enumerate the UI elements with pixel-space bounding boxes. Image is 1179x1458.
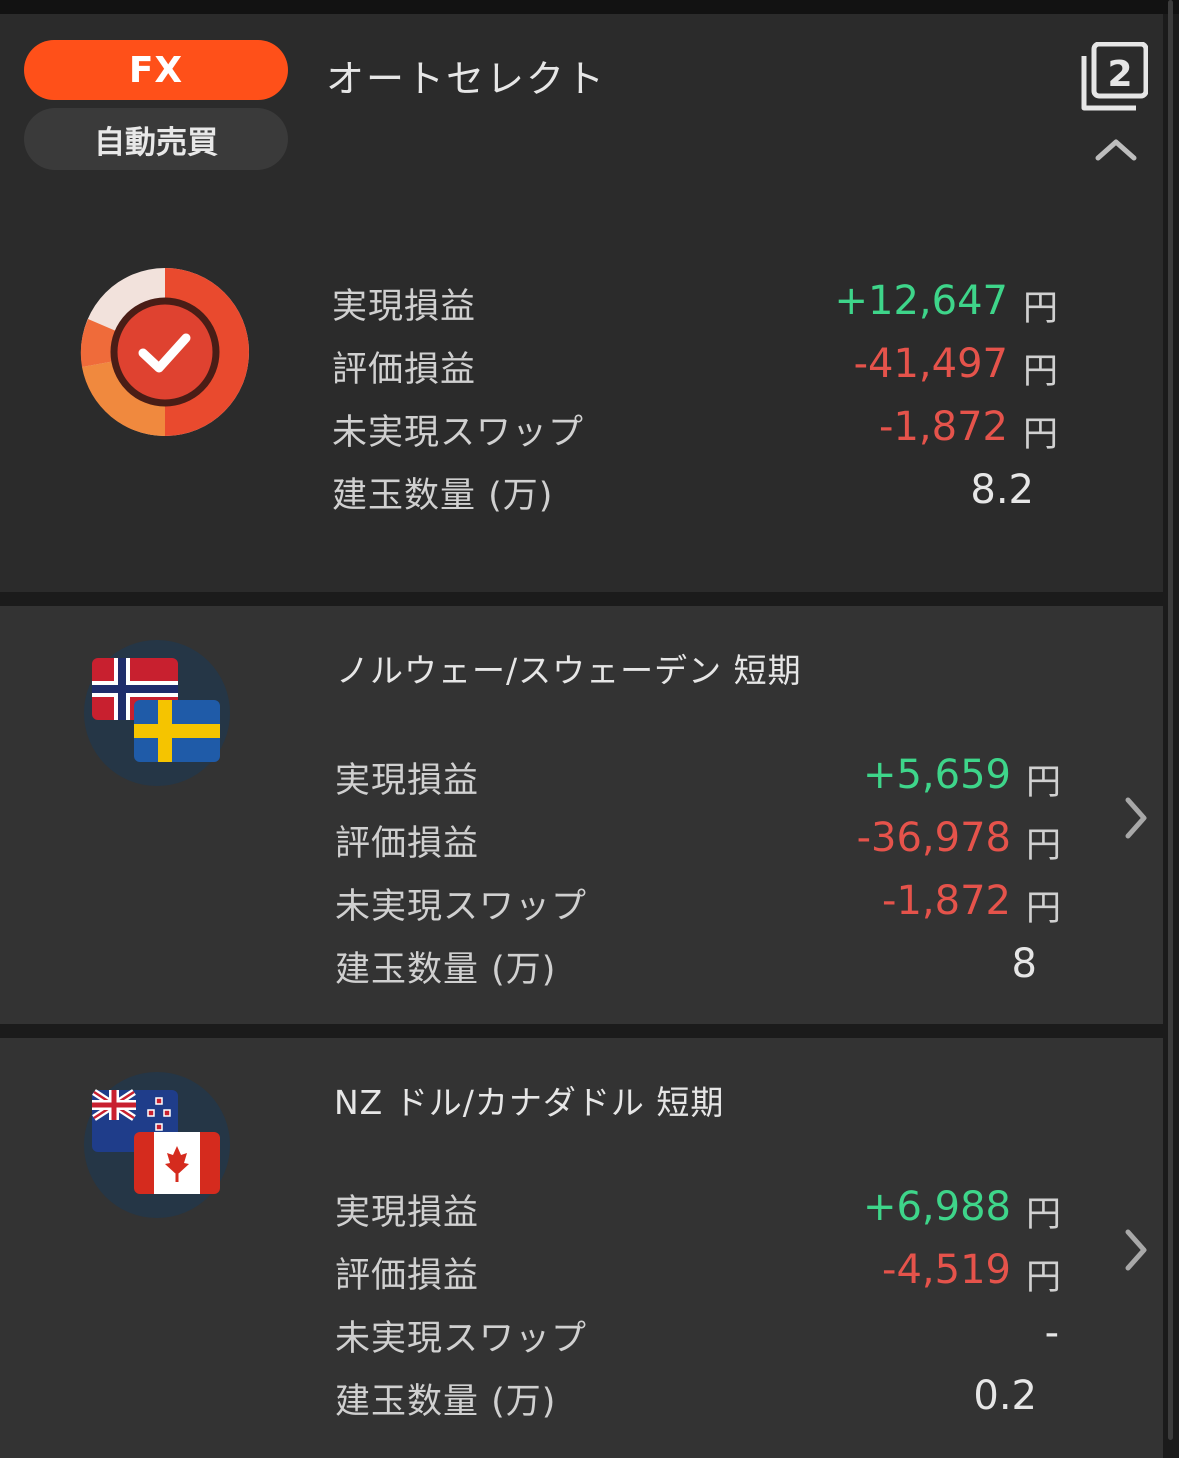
row-label: 評価損益 xyxy=(335,1256,480,1296)
pair-row-unrealized: 評価損益 -36,978 円 xyxy=(335,815,1065,875)
fx-badge: FX xyxy=(24,40,288,100)
row-unit: 円 xyxy=(1022,289,1058,329)
pair-title: NZ ドル/カナダドル 短期 xyxy=(334,1083,725,1122)
scrollbar[interactable] xyxy=(1168,0,1173,1440)
row-unit: 円 xyxy=(1025,1195,1061,1235)
pair-card-nzd-cad[interactable]: NZ ドル/カナダドル 短期 実現損益 +6,988 円 評価損益 -4,519… xyxy=(0,1038,1163,1458)
row-value: -36,978 xyxy=(856,815,1011,861)
row-value: - xyxy=(1044,1310,1059,1356)
summary-row-swap: 未実現スワップ -1,872 円 xyxy=(332,404,1062,464)
row-label: 未実現スワップ xyxy=(335,1319,588,1359)
row-label: 未実現スワップ xyxy=(332,413,585,453)
row-unit: 円 xyxy=(1025,826,1061,866)
pair-row-position: 建玉数量 (万) 8 xyxy=(335,941,1065,1001)
row-label: 実現損益 xyxy=(335,1193,480,1233)
pair-row-swap: 未実現スワップ - xyxy=(335,1310,1065,1370)
row-unit: 円 xyxy=(1025,1258,1061,1298)
pair-title: ノルウェー/スウェーデン 短期 xyxy=(336,651,802,690)
pair-row-unrealized: 評価損益 -4,519 円 xyxy=(335,1247,1065,1307)
row-value: -1,872 xyxy=(882,878,1011,924)
row-value: 8 xyxy=(1011,941,1037,987)
row-label: 実現損益 xyxy=(335,761,480,801)
row-value: -1,872 xyxy=(879,404,1008,450)
pair-row-swap: 未実現スワップ -1,872 円 xyxy=(335,878,1065,938)
row-label: 評価損益 xyxy=(335,824,480,864)
page-title: オートセレクト xyxy=(326,57,607,101)
row-unit: 円 xyxy=(1022,415,1058,455)
row-unit: 円 xyxy=(1022,352,1058,392)
layers-count-value: 2 xyxy=(1107,54,1132,95)
summary-row-unrealized: 評価損益 -41,497 円 xyxy=(332,341,1062,401)
top-strip xyxy=(0,0,1179,14)
summary-row-realized: 実現損益 +12,647 円 xyxy=(332,278,1062,338)
chevron-up-icon[interactable] xyxy=(1094,134,1138,164)
row-value: -4,519 xyxy=(882,1247,1011,1293)
summary-row-position: 建玉数量 (万) 8.2 xyxy=(332,467,1062,527)
pair-row-realized: 実現損益 +5,659 円 xyxy=(335,752,1065,812)
sweden-flag-icon xyxy=(134,700,220,762)
row-label: 評価損益 xyxy=(332,350,477,390)
row-label: 実現損益 xyxy=(332,287,477,327)
row-value: 0.2 xyxy=(973,1373,1037,1419)
chevron-right-icon[interactable] xyxy=(1122,1228,1150,1272)
row-label: 建玉数量 (万) xyxy=(335,950,557,990)
row-value: 8.2 xyxy=(970,467,1034,513)
row-value: +5,659 xyxy=(862,752,1011,798)
summary-card: FX 自動売買 オートセレクト 2 実現損益 +12,647 円 評価損益 -4… xyxy=(0,14,1163,592)
row-label: 建玉数量 (万) xyxy=(335,1382,557,1422)
pair-card-nok-sek[interactable]: ノルウェー/スウェーデン 短期 実現損益 +5,659 円 評価損益 -36,9… xyxy=(0,606,1163,1024)
row-unit: 円 xyxy=(1025,763,1061,803)
pair-row-position: 建玉数量 (万) 0.2 xyxy=(335,1373,1065,1433)
chevron-right-icon[interactable] xyxy=(1122,796,1150,840)
layers-count-icon[interactable]: 2 xyxy=(1080,42,1148,112)
row-value: -41,497 xyxy=(853,341,1008,387)
row-value: +12,647 xyxy=(834,278,1008,324)
row-unit: 円 xyxy=(1025,889,1061,929)
row-label: 建玉数量 (万) xyxy=(332,476,554,516)
row-label: 未実現スワップ xyxy=(335,887,588,927)
row-value: +6,988 xyxy=(862,1184,1011,1230)
auto-trade-badge: 自動売買 xyxy=(24,108,288,170)
canada-flag-icon xyxy=(134,1132,220,1194)
pair-row-realized: 実現損益 +6,988 円 xyxy=(335,1184,1065,1244)
check-donut-icon xyxy=(80,268,249,437)
